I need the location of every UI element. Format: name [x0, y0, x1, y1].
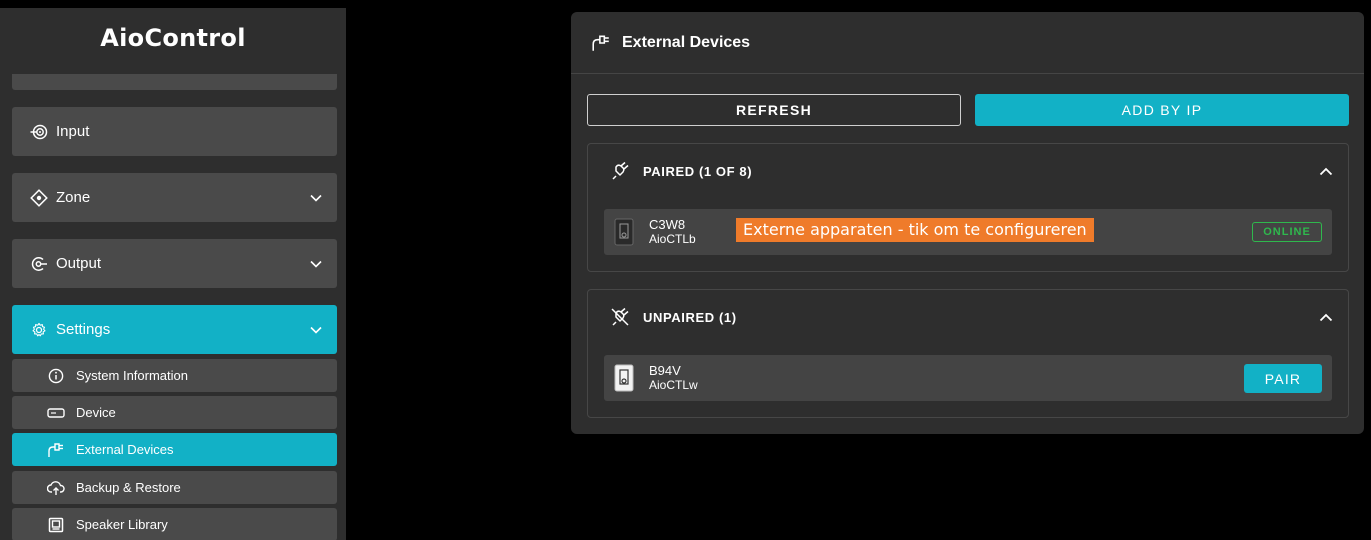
- plug-icon: [47, 441, 65, 459]
- device-row-c3w8[interactable]: C3W8 AioCTLb Externe apparaten - tik om …: [604, 209, 1332, 255]
- sidebar-item-label: Input: [56, 123, 90, 140]
- info-icon: [47, 367, 65, 385]
- paired-section-title: PAIRED (1 OF 8): [643, 163, 753, 179]
- sidebar-item-input[interactable]: Input: [12, 107, 337, 156]
- sidebar-subitem-external-devices[interactable]: External Devices: [12, 433, 337, 466]
- sidebar-subitem-speaker-library[interactable]: Speaker Library: [12, 508, 337, 540]
- app-logo: AioControl: [100, 24, 246, 52]
- sidebar-subitem-label: Device: [76, 405, 116, 420]
- unpaired-section-title: UNPAIRED (1): [643, 309, 737, 325]
- sidebar-subitem-system-information[interactable]: System Information: [12, 359, 337, 392]
- sidebar-subitem-device[interactable]: Device: [12, 396, 337, 429]
- page-title: External Devices: [622, 33, 751, 51]
- sidebar-item-settings[interactable]: Settings: [12, 305, 337, 354]
- sidebar: AioControl Input Zone Output Settings Sy…: [0, 8, 346, 540]
- device-names: C3W8 AioCTLb: [649, 217, 696, 246]
- sidebar-subitem-label: System Information: [76, 368, 188, 383]
- pair-button[interactable]: PAIR: [1244, 364, 1322, 393]
- sidebar-subitem-backup-restore[interactable]: Backup & Restore: [12, 471, 337, 504]
- device-row-b94v[interactable]: B94V AioCTLw PAIR: [604, 355, 1332, 401]
- device-thumbnail-white: [612, 363, 636, 393]
- panel-header: External Devices: [571, 12, 1364, 74]
- plug-icon: [591, 33, 611, 53]
- chevron-up-icon[interactable]: [1318, 309, 1334, 325]
- device-model: AioCTLw: [649, 377, 698, 392]
- chevron-up-icon[interactable]: [1318, 163, 1334, 179]
- paired-section-header[interactable]: PAIRED (1 OF 8): [588, 144, 1348, 198]
- status-badge: ONLINE: [1252, 222, 1322, 242]
- plug-disconnected-icon: [610, 307, 630, 327]
- zone-icon: [29, 188, 49, 208]
- chevron-down-icon[interactable]: [309, 191, 323, 205]
- output-icon: [29, 254, 49, 274]
- sidebar-item-zone[interactable]: Zone: [12, 173, 337, 222]
- device-name: B94V: [649, 363, 681, 379]
- sidebar-item-label: Zone: [56, 189, 91, 206]
- unpaired-section: UNPAIRED (1) B94V AioCTLw PAIR: [587, 289, 1349, 418]
- chevron-down-icon[interactable]: [309, 323, 323, 337]
- refresh-button[interactable]: REFRESH: [587, 94, 961, 126]
- input-icon: [29, 122, 49, 142]
- external-devices-panel: External Devices REFRESH ADD BY IP PAIRE…: [571, 12, 1364, 434]
- sidebar-subitem-label: Backup & Restore: [76, 480, 181, 495]
- device-thumbnail-dark: [612, 217, 636, 247]
- sidebar-scroll-stub: [12, 74, 337, 90]
- paired-section: PAIRED (1 OF 8) C3W8 AioCTLb Externe app…: [587, 143, 1349, 272]
- sidebar-subitem-label: External Devices: [76, 442, 174, 457]
- unpaired-section-header[interactable]: UNPAIRED (1): [588, 290, 1348, 344]
- sidebar-item-label: Output: [56, 255, 102, 272]
- sidebar-item-label: Settings: [56, 321, 111, 338]
- device-model: AioCTLb: [649, 231, 696, 246]
- speaker-library-icon: [47, 516, 65, 534]
- device-icon: [47, 404, 65, 422]
- configure-tooltip: Externe apparaten - tik om te configurer…: [736, 218, 1094, 242]
- add-by-ip-button[interactable]: ADD BY IP: [975, 94, 1349, 126]
- device-names: B94V AioCTLw: [649, 363, 698, 392]
- cloud-upload-icon: [47, 479, 65, 497]
- sidebar-item-output[interactable]: Output: [12, 239, 337, 288]
- sidebar-subitem-label: Speaker Library: [76, 517, 168, 532]
- settings-gear-icon: [29, 320, 49, 340]
- chevron-down-icon[interactable]: [309, 257, 323, 271]
- plug-connected-icon: [610, 161, 630, 181]
- device-name: C3W8: [649, 217, 686, 233]
